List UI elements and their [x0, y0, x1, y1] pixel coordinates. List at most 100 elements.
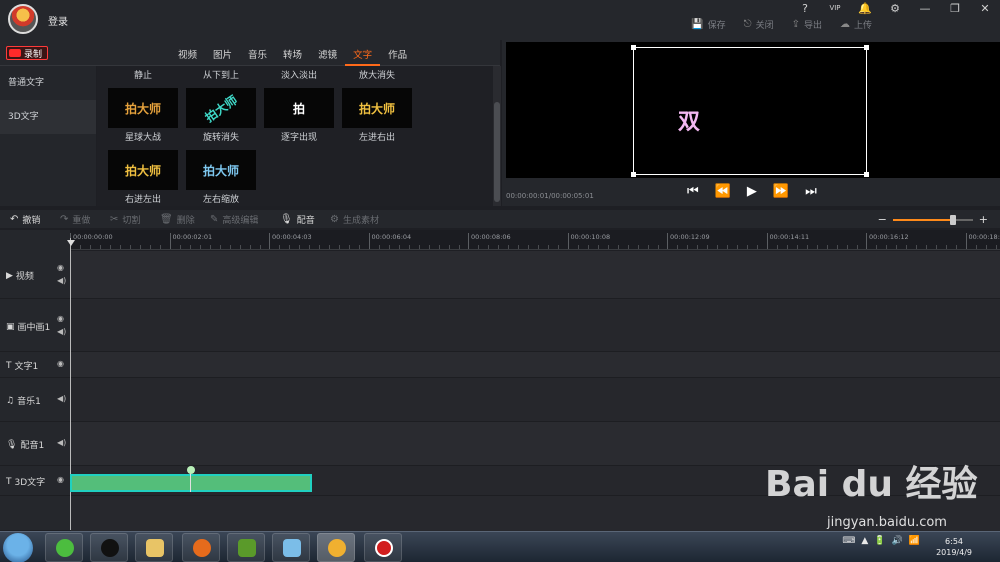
- resize-handle[interactable]: [864, 45, 869, 50]
- ruler-tick: [965, 233, 967, 249]
- track-lane[interactable]: [71, 378, 1000, 422]
- toolbar-1-button[interactable]: ↷ 重做: [60, 213, 90, 226]
- toolbar-icon: 🗑: [160, 214, 173, 225]
- taskbar-app-firefox[interactable]: [182, 533, 220, 562]
- cloud-upload-icon: ☁: [839, 19, 850, 30]
- speaker-icon[interactable]: ◀): [57, 276, 66, 285]
- track-lane[interactable]: [71, 352, 1000, 378]
- taskbar-app-player[interactable]: [227, 533, 265, 562]
- toolbar-2-button[interactable]: ✂ 切割: [110, 213, 140, 226]
- zoom-in-button[interactable]: +: [979, 213, 988, 226]
- media-tab[interactable]: 文字: [345, 40, 381, 66]
- ruler-subtick: [786, 245, 788, 249]
- app-360-icon: [56, 539, 74, 557]
- media-tab[interactable]: 视频: [170, 40, 205, 66]
- effect-thumbnail[interactable]: 拍: [264, 88, 334, 128]
- media-tab[interactable]: 图片: [205, 40, 240, 66]
- track-type-icon: ♫: [6, 395, 15, 406]
- close-button[interactable]: ✕: [970, 2, 1000, 15]
- maximize-button[interactable]: ❐: [940, 2, 970, 15]
- track-label: 配音1: [20, 441, 45, 451]
- eye-icon[interactable]: ◉: [57, 263, 64, 272]
- skip-start-icon[interactable]: ⏮: [687, 184, 699, 199]
- eye-icon[interactable]: ◉: [57, 475, 64, 484]
- prev-frame-icon[interactable]: ⏪: [715, 184, 731, 199]
- taskbar-clock[interactable]: 6:54 2019/4/9: [936, 536, 972, 558]
- eye-icon[interactable]: ◉: [57, 359, 64, 368]
- track-header: ▶ 视频 ◉ ◀): [0, 251, 70, 299]
- bell-icon[interactable]: 🔔: [850, 2, 880, 15]
- export-button[interactable]: ⇪ 导出: [792, 18, 822, 31]
- zoom-out-button[interactable]: −: [878, 213, 887, 226]
- minimize-button[interactable]: —: [910, 2, 940, 15]
- scrollbar-thumb[interactable]: [494, 102, 500, 202]
- taskbar-app-tool[interactable]: [272, 533, 310, 562]
- save-button[interactable]: 💾 保存: [691, 18, 725, 31]
- resize-handle[interactable]: [631, 45, 636, 50]
- taskbar-app-recorder[interactable]: [364, 533, 402, 562]
- text-category-item[interactable]: 3D文字: [0, 100, 96, 134]
- ruler-subtick: [110, 245, 111, 249]
- clip-split-handle[interactable]: [187, 466, 195, 474]
- eye-icon[interactable]: ◉: [57, 314, 64, 323]
- speaker-icon[interactable]: ◀): [57, 394, 66, 403]
- timeline-ruler[interactable]: 00:00:00:00 00:00:02:01 00:00:04:03 00:00:0…: [70, 230, 1000, 250]
- taskbar-app-qq[interactable]: [90, 533, 128, 562]
- effect-thumbnail[interactable]: 拍大师: [108, 150, 178, 190]
- text-category-list: 普通文字 3D文字: [0, 66, 96, 206]
- toolbar-0-button[interactable]: ↶ 撤销: [10, 213, 40, 226]
- tray-icon[interactable]: ▲: [861, 536, 868, 546]
- speaker-icon[interactable]: ◀): [57, 438, 66, 447]
- taskbar-app-paidashi[interactable]: [317, 533, 355, 562]
- ruler-subtick: [806, 245, 808, 249]
- effect-thumbnail[interactable]: 拍大师: [108, 88, 178, 128]
- toolbar-icon: ↷: [60, 214, 69, 225]
- effect-thumbnail[interactable]: 拍大师: [186, 150, 256, 190]
- toolbar-5-button[interactable]: 🎙 配音: [280, 213, 315, 226]
- effects-scrollbar[interactable]: [493, 66, 501, 206]
- ruler-subtick: [926, 245, 927, 249]
- login-link[interactable]: 登录: [48, 13, 68, 28]
- help-icon[interactable]: ?: [790, 2, 820, 15]
- upload-button[interactable]: ☁ 上传: [840, 18, 872, 31]
- ruler-tick-label: 00:00:10:08: [570, 233, 611, 241]
- vip-icon[interactable]: VIP: [820, 4, 850, 12]
- tray-icon[interactable]: 🔊: [892, 536, 903, 546]
- play-icon[interactable]: ▶: [747, 184, 757, 199]
- tray-icon[interactable]: ⌨: [842, 536, 855, 546]
- skip-end-icon[interactable]: ⏭: [805, 184, 817, 199]
- zoom-slider[interactable]: [892, 214, 973, 226]
- media-tab[interactable]: 音乐: [240, 40, 275, 66]
- taskbar-app-360[interactable]: [45, 533, 83, 562]
- ruler-tick-label: 00:00:04:03: [272, 233, 312, 241]
- media-tab[interactable]: 滤镜: [310, 40, 345, 66]
- ruler-subtick: [906, 245, 907, 249]
- effect-thumbnail[interactable]: 拍大师: [342, 88, 412, 128]
- effect-thumbnail[interactable]: 拍大师: [186, 88, 256, 128]
- playhead-marker[interactable]: [67, 240, 75, 246]
- 3d-text-clip[interactable]: [70, 474, 312, 492]
- toolbar-6-button[interactable]: ⚙ 生成素材: [330, 213, 379, 226]
- track-lane[interactable]: [71, 251, 1000, 299]
- gear-icon[interactable]: ⚙: [880, 2, 910, 15]
- record-button[interactable]: 录制: [6, 46, 48, 60]
- zoom-slider-knob[interactable]: [949, 214, 956, 225]
- toolbar-3-button[interactable]: 🗑 删除: [160, 213, 195, 226]
- track-lane[interactable]: [71, 300, 1000, 352]
- tray-icon[interactable]: 🔋: [874, 536, 885, 546]
- text-category-item[interactable]: 普通文字: [0, 66, 96, 100]
- ruler-subtick: [836, 245, 838, 249]
- toolbar-4-button[interactable]: ✎ 高级编辑: [210, 213, 258, 226]
- resize-handle[interactable]: [631, 172, 636, 177]
- taskbar-app-explorer[interactable]: [135, 533, 173, 562]
- start-button[interactable]: [3, 533, 33, 562]
- resize-handle[interactable]: [864, 172, 869, 177]
- speaker-icon[interactable]: ◀): [57, 327, 66, 336]
- ruler-subtick: [946, 245, 947, 249]
- preview-canvas[interactable]: 双: [631, 45, 869, 177]
- tray-icon[interactable]: 📶: [909, 536, 920, 546]
- close-project-button[interactable]: ⎋ 关闭: [744, 18, 774, 31]
- media-tab[interactable]: 作品: [380, 40, 415, 66]
- next-frame-icon[interactable]: ⏩: [773, 184, 789, 199]
- media-tab[interactable]: 转场: [275, 40, 310, 66]
